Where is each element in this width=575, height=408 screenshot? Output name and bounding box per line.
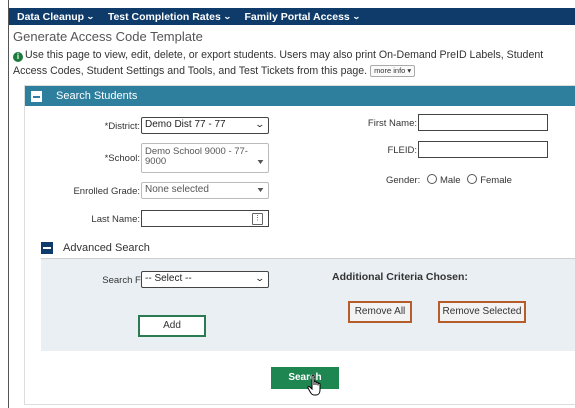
nav-data-cleanup[interactable]: Data Cleanup ⌄ xyxy=(17,10,95,23)
advanced-search-header[interactable]: Advanced Search xyxy=(41,238,575,259)
search-students-panel: Search Students *District: Demo Dist 77 … xyxy=(24,85,575,405)
gender-female-label: Female xyxy=(480,175,512,186)
caret-down-icon: ▼ xyxy=(255,187,266,194)
info-icon: i xyxy=(13,51,23,62)
first-name-label: First Name: xyxy=(367,118,417,129)
page-description: i Use this page to view, edit, delete, or… xyxy=(13,48,573,79)
district-label: *District: xyxy=(104,121,140,132)
chevron-down-icon: ⌄ xyxy=(254,119,266,129)
district-select[interactable]: Demo Dist 77 - 77 ⌄ xyxy=(141,117,269,134)
nav-label: Family Portal Access xyxy=(244,10,350,23)
chevron-down-icon: ⌄ xyxy=(254,273,266,283)
collapse-icon[interactable] xyxy=(41,242,53,254)
more-info-button[interactable]: more info ▾ xyxy=(370,64,416,77)
enrolled-grade-label: Enrolled Grade: xyxy=(73,186,140,197)
panel-title: Search Students xyxy=(56,90,138,102)
nav-test-completion-rates[interactable]: Test Completion Rates ⌄ xyxy=(107,10,232,23)
school-label: *School: xyxy=(104,153,140,164)
nav-label: Data Cleanup xyxy=(17,10,85,23)
gender-label: Gender: xyxy=(386,175,421,186)
caret-down-icon: ▼ xyxy=(255,159,266,166)
last-name-input[interactable]: ⋮ xyxy=(141,210,269,227)
search-fields-value: -- Select -- xyxy=(145,273,192,284)
more-info-label: more info xyxy=(374,65,406,75)
district-value: Demo Dist 77 - 77 xyxy=(145,119,226,130)
chevron-down-icon: ⌄ xyxy=(222,12,232,21)
gender-male-radio[interactable] xyxy=(426,174,437,184)
advanced-search-area: Search Fields: -- Select -- ⌄ Add Additi… xyxy=(41,259,575,351)
nav-family-portal-access[interactable]: Family Portal Access ⌄ xyxy=(244,10,361,23)
chevron-down-icon: ⌄ xyxy=(86,12,95,21)
enrolled-grade-value: None selected xyxy=(145,184,209,195)
search-button[interactable]: Search xyxy=(271,367,339,389)
search-students-header[interactable]: Search Students xyxy=(25,86,575,106)
add-button[interactable]: Add xyxy=(138,315,206,337)
gender-female-radio[interactable] xyxy=(467,174,478,184)
gender-male-label: Male xyxy=(439,175,461,186)
school-value-line2: 9000 xyxy=(145,156,167,167)
collapse-icon[interactable] xyxy=(31,90,42,102)
left-border xyxy=(8,0,9,408)
chevron-down-icon: ⌄ xyxy=(351,12,361,21)
last-name-label: Last Name: xyxy=(91,214,140,225)
additional-criteria-title: Additional Criteria Chosen: xyxy=(332,271,468,283)
remove-selected-button[interactable]: Remove Selected xyxy=(438,301,526,323)
remove-all-button[interactable]: Remove All xyxy=(348,301,412,323)
chevron-down-icon: ▾ xyxy=(407,65,412,75)
description-text: Use this page to view, edit, delete, or … xyxy=(13,49,544,77)
nav-label: Test Completion Rates xyxy=(107,10,221,23)
hand-cursor-icon xyxy=(307,374,321,396)
enrolled-grade-select[interactable]: None selected ▼ xyxy=(141,182,269,199)
fleid-input[interactable] xyxy=(418,141,548,158)
first-name-input[interactable] xyxy=(418,114,548,131)
fleid-label: FLEID: xyxy=(387,145,417,156)
search-fields-select[interactable]: -- Select -- ⌄ xyxy=(141,271,269,288)
keyboard-icon[interactable]: ⋮ xyxy=(252,213,263,225)
advanced-search-title: Advanced Search xyxy=(63,242,150,254)
page-title: Generate Access Code Template xyxy=(13,29,203,44)
top-navigation: Data Cleanup ⌄ Test Completion Rates ⌄ F… xyxy=(9,8,575,25)
school-select[interactable]: Demo School 9000 - 77- 9000 ▼ xyxy=(141,143,269,173)
gender-group: Gender: Male Female xyxy=(386,174,512,186)
